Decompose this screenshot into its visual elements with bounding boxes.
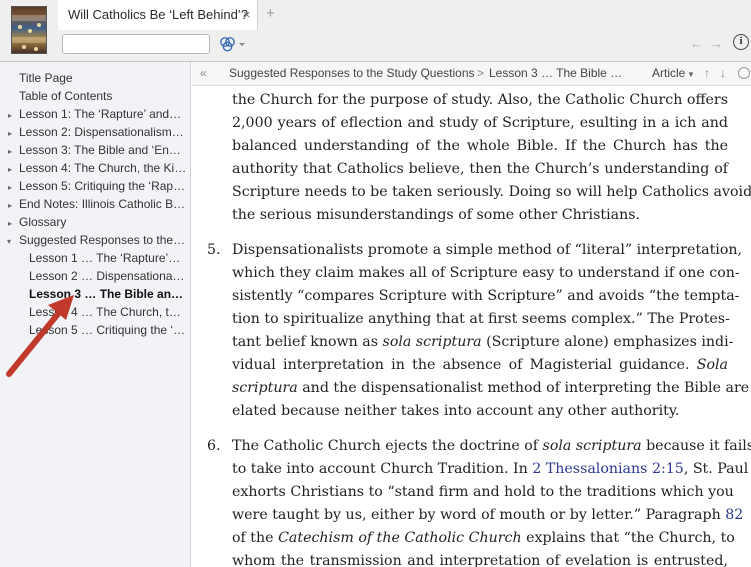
toc-lesson-3[interactable]: Lesson 3: The Bible and ‘End… [19,143,187,161]
document-tab[interactable]: Will Catholics Be ‘Left Behind’? × [58,0,258,30]
back-arrow-icon[interactable]: ← [690,36,703,51]
catechism-link[interactable]: 82 [725,507,743,523]
search-input[interactable] [62,34,210,54]
toc-lesson-5[interactable]: Lesson 5: Critiquing the ‘Rap… [19,179,187,197]
scripture-link[interactable]: 2 Thessalonians 2:15 [532,461,684,477]
toc-table-of-contents[interactable]: Table of Contents [19,89,187,107]
collapse-arrow-icon[interactable]: ▾ [7,237,15,246]
toc-title-page[interactable]: Title Page [19,71,187,89]
toc-lesson-1[interactable]: Lesson 1: The ‘Rapture’ and… [19,107,187,125]
toc-lesson-2[interactable]: Lesson 2: Dispensationalism… [19,125,187,143]
breadcrumb-parent[interactable]: Suggested Responses to the Study Questio… [229,66,475,80]
paragraph-line: sistently “compares Scripture with Scrip… [232,288,740,304]
list-number: 5. [207,242,221,258]
toc-response-lesson-5[interactable]: Lesson 5 … Critiquing the ‘… [29,323,187,341]
paragraph-line: whom the transmission and interpretation… [232,553,728,567]
paragraph-line: of the Catechism of the Catholic Church … [232,530,735,546]
tab-title: Will Catholics Be ‘Left Behind’? [68,7,248,22]
expand-arrow-icon[interactable]: ▸ [8,147,16,156]
chevron-down-icon[interactable]: ▼ [687,70,695,79]
expand-arrow-icon[interactable]: ▸ [8,183,16,192]
tab-close-icon[interactable]: × [243,7,251,22]
list-number: 6. [207,438,221,454]
expand-arrow-icon[interactable]: ▸ [8,165,16,174]
paragraph-line: scriptura and the dispensationalist meth… [232,380,750,396]
paragraph-line: which they claim makes all of Scripture … [232,265,740,281]
paragraph-line: balanced understanding of the whole Bibl… [232,138,728,154]
paragraph-line: the Church for the purpose of study. Als… [232,92,728,108]
paragraph-line: Dispensationalists promote a simple meth… [232,242,743,258]
expand-arrow-icon[interactable]: ▸ [8,219,16,228]
paragraph-line: The Catholic Church ejects the doctrine … [232,438,751,454]
view-mode-dropdown[interactable]: Article [652,66,685,80]
toc-response-lesson-3-selected[interactable]: Lesson 3 … The Bible and… [29,287,187,305]
top-toolbar: Will Catholics Be ‘Left Behind’? × + ← →… [0,0,751,62]
expand-arrow-icon[interactable]: ▸ [8,129,16,138]
paragraph-line: vidual interpretation in the absence of … [232,357,728,373]
toc-response-lesson-1[interactable]: Lesson 1 … The ‘Rapture’… [29,251,187,269]
info-icon[interactable]: i [733,34,749,50]
toc-lesson-4[interactable]: Lesson 4: The Church, the Ki… [19,161,187,179]
expand-arrow-icon[interactable]: ▸ [8,111,16,120]
paragraph-line: the serious misunderstandings of some ot… [232,207,640,223]
paragraph-line: tion to spiritualize anything that at fi… [232,311,730,327]
forward-arrow-icon[interactable]: → [710,36,723,51]
close-panel-icon[interactable] [738,67,750,79]
breadcrumb-current[interactable]: Lesson 3 … The Bible … [489,66,622,80]
book-cover-thumbnail[interactable] [11,6,47,54]
paragraph-line: exhorts Christians to “stand firm and ho… [232,484,734,500]
paragraph-line: tant belief known as sola scriptura (Scr… [232,334,734,350]
breadcrumb-bar: « Suggested Responses to the Study Quest… [192,62,751,86]
paragraph-line: were taught by us, either by word of mou… [232,507,744,523]
paragraph-line: 2,000 years of eflection and study of Sc… [232,115,728,131]
next-article-icon[interactable]: ↓ [720,66,726,80]
paragraph-line: elated because neither takes into accoun… [232,403,680,419]
toc-end-notes[interactable]: End Notes: Illinois Catholic B… [19,197,187,215]
paragraph-line: authority that Catholics believe, then t… [232,161,728,177]
toc-response-lesson-4[interactable]: Lesson 4 … The Church, th… [29,305,187,323]
expand-arrow-icon[interactable]: ▸ [8,201,16,210]
collapse-sidebar-icon[interactable]: « [200,66,207,80]
breadcrumb-separator: > [477,66,485,80]
toc-glossary[interactable]: Glossary [19,215,187,233]
toc-suggested-responses[interactable]: Suggested Responses to the… [19,233,187,251]
article-reading-pane[interactable]: the Church for the purpose of study. Als… [192,86,751,567]
paragraph-line: to take into account Church Tradition. I… [232,461,749,477]
resources-icon[interactable] [218,36,246,54]
previous-article-icon[interactable]: ↑ [704,66,710,80]
table-of-contents-sidebar: Title Page Table of Contents ▸ Lesson 1:… [0,62,191,567]
new-tab-icon[interactable]: + [266,5,275,22]
toc-response-lesson-2[interactable]: Lesson 2 … Dispensational… [29,269,187,287]
paragraph-line: Scripture needs to be taken seriously. D… [232,184,751,200]
